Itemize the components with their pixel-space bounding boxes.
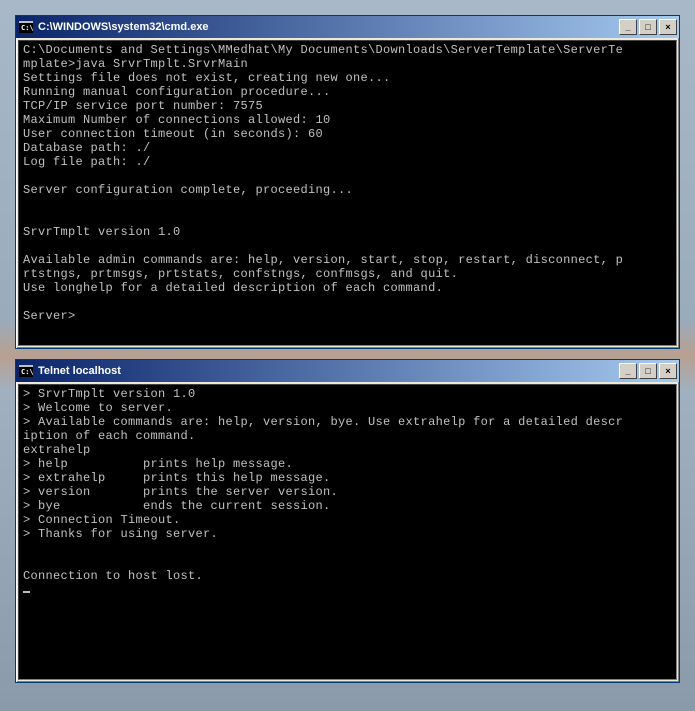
window-title: C:\WINDOWS\system32\cmd.exe (38, 21, 619, 33)
terminal-text: > SrvrTmplt version 1.0 > Welcome to ser… (23, 387, 623, 583)
window-controls: _ □ × (619, 19, 677, 35)
cmd-window: C:\ C:\WINDOWS\system32\cmd.exe _ □ × C:… (15, 15, 680, 349)
titlebar[interactable]: C:\ Telnet localhost _ □ × (16, 360, 679, 382)
cmd-icon: C:\ (18, 19, 34, 35)
cursor (23, 591, 30, 593)
terminal-output[interactable]: C:\Documents and Settings\MMedhat\My Doc… (18, 40, 677, 346)
minimize-button[interactable]: _ (619, 363, 637, 379)
window-controls: _ □ × (619, 363, 677, 379)
titlebar[interactable]: C:\ C:\WINDOWS\system32\cmd.exe _ □ × (16, 16, 679, 38)
terminal-output[interactable]: > SrvrTmplt version 1.0 > Welcome to ser… (18, 384, 677, 680)
cmd-icon: C:\ (18, 363, 34, 379)
close-button[interactable]: × (659, 19, 677, 35)
maximize-button[interactable]: □ (639, 19, 657, 35)
window-title: Telnet localhost (38, 365, 619, 377)
close-button[interactable]: × (659, 363, 677, 379)
maximize-button[interactable]: □ (639, 363, 657, 379)
svg-text:C:\: C:\ (21, 24, 33, 32)
svg-text:C:\: C:\ (21, 368, 33, 376)
telnet-window: C:\ Telnet localhost _ □ × > SrvrTmplt v… (15, 359, 680, 683)
minimize-button[interactable]: _ (619, 19, 637, 35)
